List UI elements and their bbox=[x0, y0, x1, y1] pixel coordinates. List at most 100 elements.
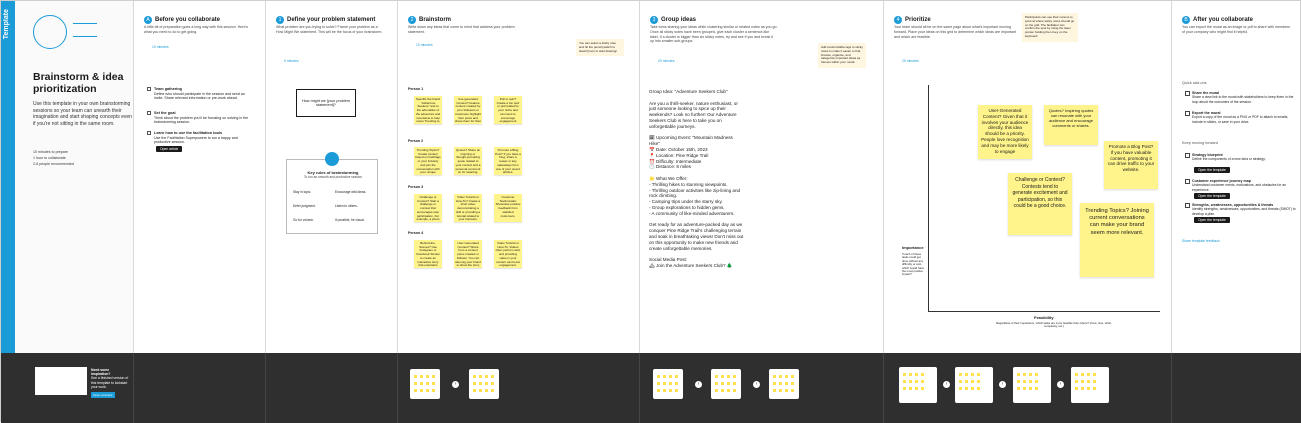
checkbox-icon[interactable] bbox=[147, 131, 151, 135]
quick-addons-label: Quick add-ons bbox=[1182, 81, 1207, 85]
before-subtitle: A little bit of preparation goes a long … bbox=[144, 25, 248, 34]
priority-sticky[interactable]: Trending Topics? Joining current convers… bbox=[1080, 203, 1154, 277]
intro-title: Brainstorm & idea prioritization bbox=[33, 71, 124, 95]
sticky-note[interactable]: Poll or quiz? Create a fun quiz or poll … bbox=[494, 96, 522, 124]
feedback-link[interactable]: Share template feedback bbox=[1182, 239, 1220, 243]
checkbox-icon[interactable] bbox=[147, 111, 151, 115]
after-title: After you collaborate bbox=[1193, 17, 1254, 23]
hmw-box[interactable]: How might we [your problem statement]? bbox=[296, 89, 356, 117]
template-card[interactable]: Strengths, weaknesses, opportunities & t… bbox=[1185, 203, 1296, 216]
cursor-notice: Participants can use their cursors to po… bbox=[1022, 13, 1078, 42]
strip-divider bbox=[1171, 353, 1301, 423]
template-card[interactable]: Strategy blueprint Define the components … bbox=[1185, 153, 1296, 162]
template-icon bbox=[1185, 179, 1190, 184]
sticky-note[interactable]: Trending Topics? Create content based on… bbox=[414, 147, 442, 175]
lightbulb-icon bbox=[325, 152, 339, 166]
priority-sticky[interactable]: Promote a Blog Post? If you have valuabl… bbox=[1104, 141, 1158, 189]
person-label: Person 4 bbox=[408, 231, 424, 235]
open-article-button[interactable]: Open article bbox=[156, 146, 183, 152]
inspiration-text: Need some inspiration? See a finished ver… bbox=[91, 368, 129, 389]
group-time: 20 minutes bbox=[658, 59, 675, 63]
group-idea-text[interactable]: Group Idea: "Adventure Seekers Club" Are… bbox=[649, 89, 744, 269]
group-subtitle: Take turns sharing your ideas while clus… bbox=[650, 25, 778, 44]
sticky-note[interactable]: Video Tutorial or How-To? Create a short… bbox=[454, 194, 482, 222]
open-template-button[interactable]: Open the template bbox=[1194, 193, 1230, 199]
intro-meta: 10 minutes to prepare 1 hour to collabor… bbox=[33, 149, 74, 167]
rules-subtitle: To run an smooth and productive session bbox=[303, 175, 363, 179]
rule-item: Listen to others. bbox=[335, 204, 358, 208]
template-label: Template bbox=[3, 9, 10, 40]
strip-divider bbox=[133, 353, 265, 423]
arrow-right-icon: › bbox=[695, 381, 702, 388]
sticky-note[interactable]: Promote a Blog Post? If you have a blog,… bbox=[494, 147, 522, 175]
prioritize-thumbnail bbox=[955, 367, 993, 403]
prioritize-subtitle: Your team should all be on the same page… bbox=[894, 25, 1017, 39]
group-line: - Thrilling outdoor activities like zip-… bbox=[649, 187, 741, 199]
prioritize-thumbnail bbox=[1013, 367, 1051, 403]
task-tools: Learn how to use the facilitation tools U… bbox=[147, 131, 254, 145]
priority-sticky[interactable]: Quotes? Inspiring quotes can resonate wi… bbox=[1044, 105, 1098, 145]
export-mural-card[interactable]: Export the mural Export a copy of the mur… bbox=[1185, 111, 1296, 124]
template-icon bbox=[1185, 153, 1190, 158]
sticky-note[interactable]: Video Tutorial or How-To: Videos often p… bbox=[494, 240, 522, 268]
priority-sticky[interactable]: User-Generated Content? Given that it in… bbox=[978, 105, 1032, 159]
importance-desc: If each of these tasks could get done wi… bbox=[902, 252, 925, 277]
example-thumbnail[interactable] bbox=[35, 367, 87, 395]
group-thumbnail bbox=[769, 369, 799, 399]
template-sidebar-tab[interactable]: Template bbox=[1, 1, 15, 353]
step-b-badge: B bbox=[1182, 16, 1190, 24]
template-card[interactable]: Customer experience journey map Understan… bbox=[1185, 179, 1296, 192]
template-icon bbox=[1185, 203, 1190, 208]
sticky-note[interactable]: Specific the brand "Adventure Seekers" a… bbox=[414, 96, 442, 124]
prioritize-title: Prioritize bbox=[905, 17, 931, 23]
arrow-right-icon: › bbox=[999, 381, 1006, 388]
share-icon bbox=[1185, 91, 1190, 96]
after-subtitle: You can export the mural as an image or … bbox=[1182, 25, 1290, 34]
after-section: B After you collaborate You can export t… bbox=[1171, 1, 1301, 353]
meta-people: 2-8 people recommended bbox=[33, 162, 74, 166]
feasibility-desc: Regardless of their importance, which ta… bbox=[996, 321, 1112, 329]
export-icon bbox=[1185, 111, 1190, 116]
group-line: - A community of like-minded adventurers… bbox=[649, 210, 735, 216]
step-1-badge: 1 bbox=[276, 16, 284, 24]
sticky-note[interactable]: Use generated Content? Feature content c… bbox=[454, 96, 482, 124]
group-title: Group ideas bbox=[661, 17, 697, 23]
canvas: Template Brainstorm & idea prioritizatio… bbox=[0, 0, 1301, 423]
brainstorm-section: 2 Brainstorm Write down any ideas that c… bbox=[397, 1, 639, 353]
rule-item: Stay in topic. bbox=[293, 190, 312, 194]
lightbulb-icon bbox=[33, 15, 67, 49]
arrow-right-icon: › bbox=[452, 381, 459, 388]
intro-panel: Brainstorm & idea prioritization Use thi… bbox=[15, 1, 133, 353]
sticky-note[interactable]: Customer Testimonials: Showcase positive… bbox=[494, 194, 522, 222]
share-mural-card[interactable]: Share the mural Share a view link to the … bbox=[1185, 91, 1296, 104]
keep-moving-label: Keep moving forward bbox=[1182, 141, 1218, 145]
brainstorm-thumbnail bbox=[469, 369, 499, 399]
open-example-button[interactable]: Open example bbox=[91, 392, 115, 398]
group-line: 🗓 Upcoming Event: "Mountain Madness Hike… bbox=[649, 135, 733, 147]
open-template-button[interactable]: Open the template bbox=[1194, 217, 1230, 223]
prioritize-section: 4 Prioritize Your team should all be on … bbox=[883, 1, 1171, 353]
sticky-note[interactable]: Challenge or Contest? Start a challenge … bbox=[414, 194, 442, 222]
sticky-note[interactable]: Behind-the-Scenes? Use Instagram or Face… bbox=[414, 240, 442, 268]
arrow-right-icon: › bbox=[943, 381, 950, 388]
define-section: 1 Define your problem statement What pro… bbox=[265, 1, 397, 353]
sticky-note[interactable]: User Generated Content? Share from a con… bbox=[454, 240, 482, 268]
brainstorm-subtitle: Write down any ideas that come to mind t… bbox=[408, 25, 515, 34]
step-2-badge: 2 bbox=[408, 16, 416, 24]
before-title: Before you collaborate bbox=[155, 17, 221, 23]
person-label: Person 3 bbox=[408, 185, 424, 189]
open-template-button[interactable]: Open the template bbox=[1194, 167, 1230, 173]
sticky-note[interactable]: Quotes? Share an inspiring or thought-pr… bbox=[454, 147, 482, 175]
rule-item: Go for volume. bbox=[293, 218, 314, 222]
priority-sticky[interactable]: Challenge or Contest? Contests tend to g… bbox=[1008, 173, 1072, 235]
group-thumbnail bbox=[711, 369, 741, 399]
person-label: Person 1 bbox=[408, 87, 424, 91]
rule-item: If possible, be visual. bbox=[335, 218, 365, 222]
arrow-right-icon: › bbox=[753, 381, 760, 388]
checkbox-icon[interactable] bbox=[147, 87, 151, 91]
step-3-badge: 3 bbox=[650, 16, 658, 24]
define-time: 5 minutes bbox=[284, 59, 299, 63]
brainstorm-time: 10 minutes bbox=[416, 43, 433, 47]
group-line: 🏔 Join the Adventure Seekers Club? 🌲 bbox=[649, 262, 733, 268]
group-thumbnail bbox=[653, 369, 683, 399]
